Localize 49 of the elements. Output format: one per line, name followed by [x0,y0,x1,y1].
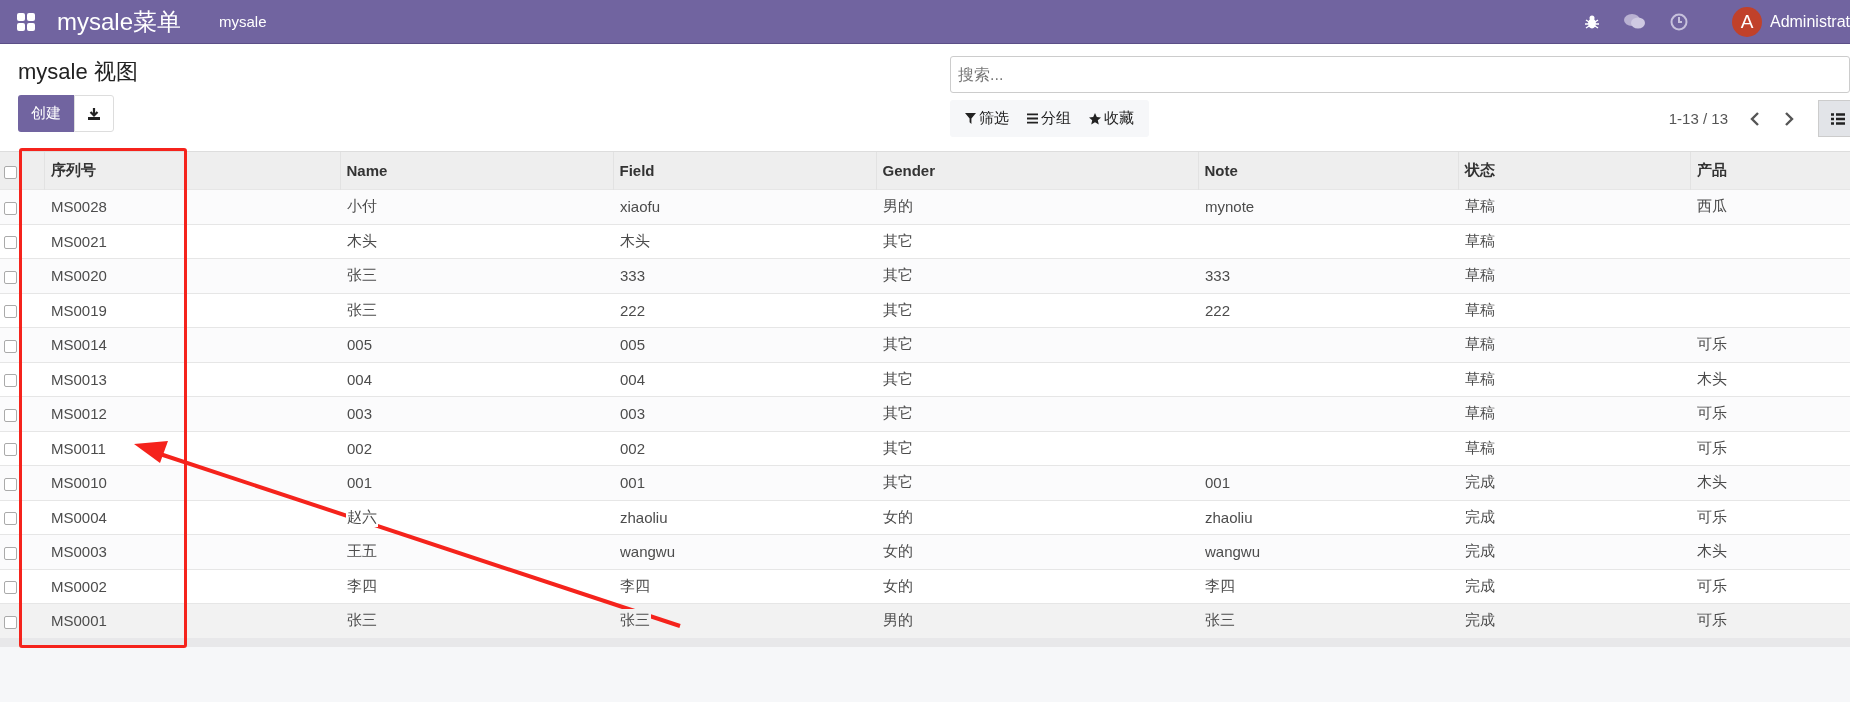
row-checkbox[interactable] [4,615,17,629]
favorite-button[interactable]: 收藏 [1080,109,1143,128]
user-avatar[interactable]: A [1731,6,1762,37]
row-checkbox[interactable] [4,374,17,388]
row-checkbox[interactable] [4,270,17,284]
create-button[interactable]: 创建 [18,95,74,133]
list-lines-icon [1027,113,1038,124]
table-cell: 其它 [882,264,914,286]
table-cell: 其它 [882,471,914,493]
row-checkbox[interactable] [4,581,17,595]
star-icon [1089,112,1101,125]
row-checkbox[interactable] [4,201,17,215]
download-button[interactable] [74,95,114,133]
download-icon [87,106,101,121]
table-cell: 其它 [882,333,914,355]
column-header[interactable]: Note [1198,151,1458,190]
page-title: mysale 视图 [18,59,139,86]
list-view-button[interactable] [1818,100,1850,137]
apps-grid-icon[interactable] [17,12,35,31]
row-checkbox[interactable] [4,305,17,319]
column-header[interactable]: 序列号 [44,151,340,190]
row-checkbox[interactable] [4,512,17,526]
next-icon[interactable] [1784,111,1794,126]
clock-icon[interactable] [1669,12,1688,31]
row-checkbox[interactable] [4,546,17,560]
row-checkbox[interactable] [4,408,17,422]
user-name[interactable]: Administrat [1769,12,1850,31]
row-checkbox[interactable] [4,339,17,353]
list-icon [1831,112,1845,125]
column-header[interactable]: Name [340,151,613,190]
menu-link[interactable]: mysale [219,13,267,30]
search-field[interactable]: 搜索... [950,56,1850,93]
column-header[interactable]: Field [613,151,876,190]
table-cell: 其它 [882,402,914,424]
filter-button[interactable]: 筛选 [956,109,1018,128]
filter-icon [965,113,976,124]
column-header[interactable]: Gender [876,151,1198,190]
pager-text: 1-13 / 13 [1668,110,1728,127]
chat-icon[interactable] [1623,12,1646,31]
group-button[interactable]: 分组 [1018,109,1080,128]
column-header[interactable]: 产品 [1690,151,1850,190]
row-checkbox[interactable] [4,443,17,457]
bug-icon[interactable] [1583,13,1600,30]
select-all-checkbox[interactable] [4,165,17,179]
app-title[interactable]: mysale菜单 [57,5,182,38]
row-checkbox[interactable] [4,236,17,250]
previous-icon[interactable] [1750,111,1760,126]
column-header[interactable]: 状态 [1458,151,1690,190]
row-checkbox[interactable] [4,477,17,491]
